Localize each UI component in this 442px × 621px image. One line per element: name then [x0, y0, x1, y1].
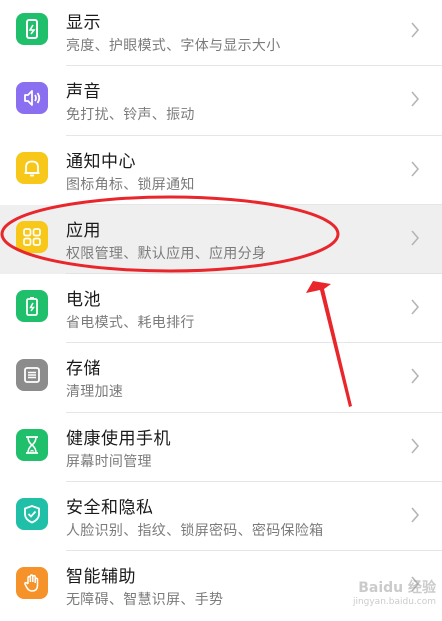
item-title: 健康使用手机: [66, 428, 171, 449]
chevron-right-icon: [411, 299, 420, 315]
item-subtitle: 亮度、护眼模式、字体与显示大小: [66, 38, 281, 54]
chevron-right-icon: [411, 161, 420, 177]
hourglass-icon: [16, 428, 48, 461]
watermark-url: jingyan.baidu.com: [352, 597, 436, 607]
item-subtitle: 免打扰、铃声、振动: [66, 107, 195, 124]
item-subtitle: 权限管理、默认应用、应用分身: [66, 245, 267, 262]
hand-icon: [16, 567, 48, 600]
chevron-right-icon: [411, 507, 420, 523]
chevron-right-icon: [411, 368, 420, 385]
item-subtitle: 屏幕时间管理: [66, 453, 152, 470]
sound-icon: [16, 82, 48, 115]
item-title: 应用: [66, 220, 101, 241]
settings-item-apps[interactable]: 应用 权限管理、默认应用、应用分身: [0, 204, 442, 275]
watermark: Baidu 经验 jingyan.baidu.com: [353, 577, 436, 607]
item-title: 安全和隐私: [66, 498, 154, 519]
bell-icon: [16, 151, 48, 184]
settings-item-notifications[interactable]: 通知中心 图标角标、锁屏通知: [0, 136, 442, 205]
chevron-right-icon: [411, 230, 420, 246]
item-subtitle: 清理加速: [66, 384, 124, 401]
display-icon: [16, 13, 48, 45]
item-title: 显示: [66, 13, 101, 33]
shield-icon: [16, 498, 48, 531]
item-title: 通知中心: [66, 151, 136, 172]
item-subtitle: 图标角标、锁屏通知: [66, 176, 195, 193]
item-title: 存储: [66, 359, 101, 380]
apps-icon: [16, 220, 48, 253]
item-subtitle: 省电模式、耗电排行: [66, 315, 195, 332]
settings-item-security[interactable]: 安全和隐私 人脸识别、指纹、锁屏密码、密码保险箱: [0, 482, 442, 552]
item-title: 声音: [66, 82, 101, 103]
item-title: 电池: [66, 290, 101, 311]
watermark-title: Baidu 经验: [358, 580, 436, 596]
chevron-right-icon: [411, 22, 420, 38]
settings-item-storage[interactable]: 存储 清理加速: [0, 343, 442, 413]
item-subtitle: 人脸识别、指纹、锁屏密码、密码保险箱: [66, 523, 324, 540]
battery-icon: [16, 290, 48, 323]
chevron-right-icon: [411, 438, 420, 454]
settings-item-digital-balance[interactable]: 健康使用手机 屏幕时间管理: [0, 413, 442, 483]
settings-item-battery[interactable]: 电池 省电模式、耗电排行: [0, 274, 442, 344]
settings-list: 显示 亮度、护眼模式、字体与显示大小 声音 免打扰、铃声、振动 通知中心 图标角…: [0, 0, 442, 621]
item-subtitle: 无障碍、智慧识屏、手势: [66, 592, 224, 609]
storage-icon: [16, 359, 48, 392]
chevron-right-icon: [411, 91, 420, 107]
item-title: 智能辅助: [66, 567, 136, 588]
settings-item-sound[interactable]: 声音 免打扰、铃声、振动: [0, 66, 442, 136]
settings-item-display[interactable]: 显示 亮度、护眼模式、字体与显示大小: [0, 0, 442, 67]
